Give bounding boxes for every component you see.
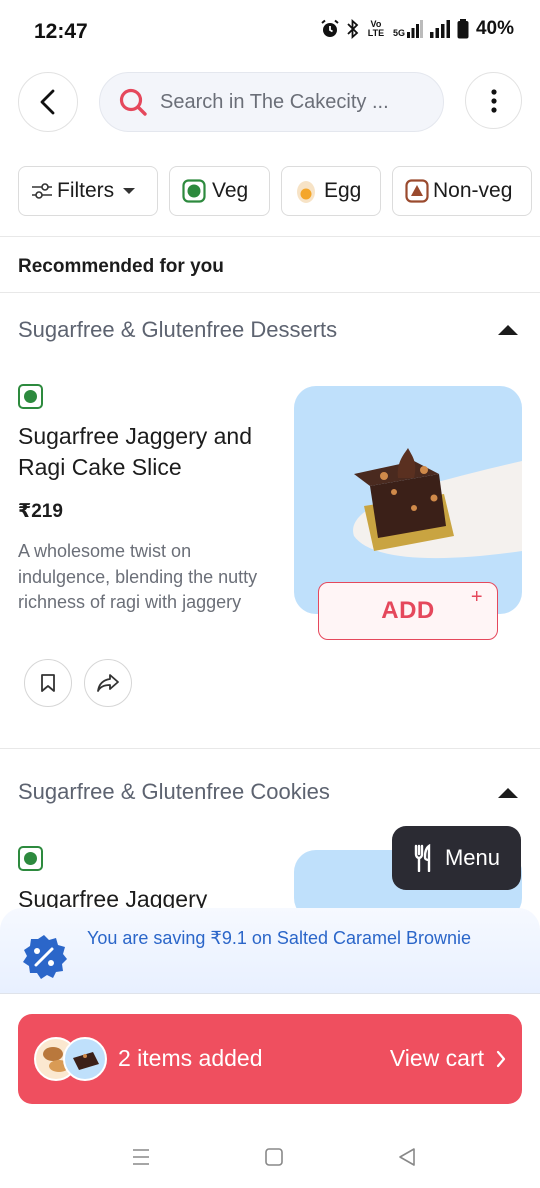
egg-label: Egg bbox=[324, 179, 362, 202]
veg-chip[interactable]: Veg bbox=[169, 166, 270, 216]
nonveg-chip[interactable]: Non-veg bbox=[392, 166, 532, 216]
header: Search in The Cakecity ... bbox=[0, 72, 540, 132]
cart-item-thumbnails bbox=[33, 1036, 123, 1082]
nonveg-icon bbox=[405, 179, 429, 203]
cutlery-icon bbox=[414, 844, 431, 872]
share-button[interactable] bbox=[84, 659, 132, 707]
signal-icon-1 bbox=[406, 20, 423, 38]
egg-chip[interactable]: Egg bbox=[281, 166, 381, 216]
cart-count: 2 items added bbox=[118, 1045, 263, 1071]
egg-icon bbox=[297, 181, 315, 203]
battery-icon bbox=[457, 19, 469, 39]
divider bbox=[0, 236, 540, 237]
back-triangle-icon bbox=[399, 1148, 415, 1166]
back-nav-button[interactable] bbox=[392, 1142, 422, 1172]
divider bbox=[0, 748, 540, 749]
veg-indicator-icon bbox=[18, 384, 43, 409]
savings-text: You are saving ₹9.1 on Salted Caramel Br… bbox=[87, 928, 472, 948]
signal-icon-2 bbox=[429, 20, 450, 38]
add-label: ADD bbox=[381, 597, 435, 624]
menu-button[interactable]: Menu bbox=[392, 826, 521, 890]
sliders-icon bbox=[32, 183, 52, 199]
cart-thumbnail-images bbox=[34, 1037, 107, 1081]
item-price: ₹219 bbox=[18, 501, 63, 522]
savings-banner: You are saving ₹9.1 on Salted Caramel Br… bbox=[0, 908, 540, 994]
nonveg-label: Non-veg bbox=[433, 179, 513, 202]
status-bar: 12:47 Vo LTE 5G 40% bbox=[0, 0, 540, 62]
add-plus: + bbox=[470, 586, 483, 608]
home-button[interactable] bbox=[259, 1142, 289, 1172]
bookmark-icon bbox=[41, 674, 55, 692]
filter-bar: Filters Veg Egg Non-veg bbox=[18, 166, 532, 216]
back-arrow-icon bbox=[40, 89, 55, 115]
share-icon bbox=[97, 674, 119, 692]
discount-badge-icon bbox=[23, 935, 67, 979]
network-gen: 5G bbox=[392, 28, 405, 38]
recommended-title: Recommended for you bbox=[18, 256, 224, 277]
network-label: Vo LTE bbox=[367, 19, 385, 38]
category-title-desserts[interactable]: Sugarfree & Glutenfree Desserts bbox=[18, 317, 337, 343]
status-time: 12:47 bbox=[34, 20, 88, 43]
collapse-icon[interactable] bbox=[498, 325, 518, 335]
add-button[interactable]: ADD + bbox=[318, 582, 498, 640]
battery-percent: 40% bbox=[475, 18, 514, 39]
collapse-icon[interactable] bbox=[498, 788, 518, 798]
search-input[interactable]: Search in The Cakecity ... bbox=[99, 72, 444, 132]
chevron-down-icon bbox=[123, 188, 136, 194]
system-nav-bar bbox=[0, 1124, 540, 1188]
divider bbox=[0, 292, 540, 293]
alarm-icon bbox=[321, 19, 339, 37]
bluetooth-icon bbox=[347, 19, 359, 39]
veg-indicator-icon bbox=[18, 846, 43, 871]
search-icon bbox=[119, 88, 147, 116]
filters-chip[interactable]: Filters bbox=[18, 166, 158, 216]
item-name: Sugarfree Jaggery and Ragi Cake Slice bbox=[18, 423, 252, 480]
recent-apps-icon bbox=[133, 1149, 149, 1165]
veg-icon bbox=[182, 179, 206, 203]
category-title-cookies[interactable]: Sugarfree & Glutenfree Cookies bbox=[18, 779, 330, 805]
search-placeholder: Search in The Cakecity ... bbox=[160, 90, 389, 113]
more-vertical-icon bbox=[490, 88, 497, 113]
item-image[interactable] bbox=[294, 386, 522, 614]
veg-label: Veg bbox=[212, 179, 249, 202]
filters-label: Filters bbox=[57, 179, 115, 202]
recent-apps-button[interactable] bbox=[126, 1142, 156, 1172]
more-options-button[interactable] bbox=[465, 72, 522, 129]
back-button[interactable] bbox=[18, 72, 78, 132]
chevron-right-icon bbox=[496, 1050, 506, 1067]
view-cart-label: View cart bbox=[389, 1045, 484, 1071]
home-icon bbox=[265, 1148, 283, 1166]
view-cart-link[interactable]: View cart bbox=[390, 1045, 506, 1072]
bookmark-button[interactable] bbox=[24, 659, 72, 707]
item-description: A wholesome twist on indulgence, blendin… bbox=[18, 541, 258, 612]
menu-label: Menu bbox=[444, 845, 501, 870]
status-icons: Vo LTE 5G 40% bbox=[320, 18, 514, 40]
cake-slice-image bbox=[353, 448, 522, 559]
view-cart-bar[interactable]: 2 items added View cart bbox=[18, 1014, 522, 1104]
